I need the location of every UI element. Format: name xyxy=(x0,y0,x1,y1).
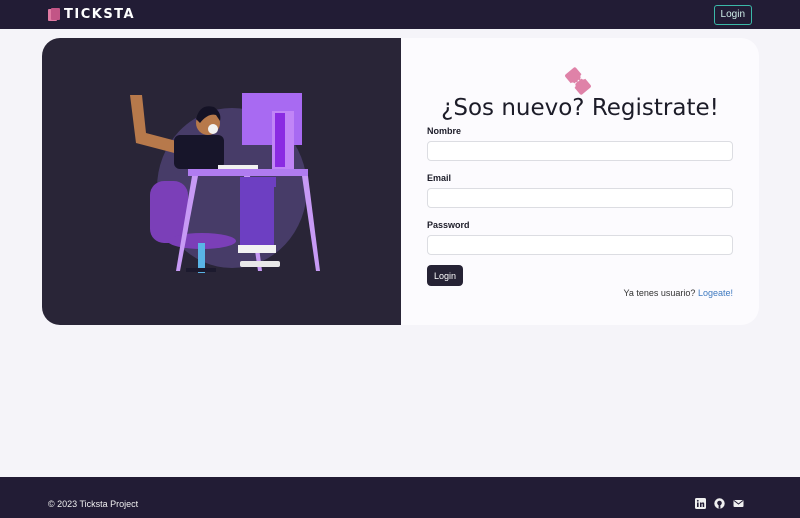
ticket-logo-icon xyxy=(48,7,60,21)
submit-button[interactable]: Login xyxy=(427,265,464,286)
footer: © 2023 Ticksta Project xyxy=(0,477,800,518)
mail-icon[interactable] xyxy=(733,498,744,509)
login-hint-text: Ya tenes usuario? xyxy=(623,288,696,298)
nav-login-button[interactable]: Login xyxy=(713,4,752,25)
form-title: ¿Sos nuevo? Registrate! xyxy=(441,95,719,121)
copyright-text: © 2023 Ticksta Project xyxy=(48,498,139,509)
navbar: TICKSTA Login xyxy=(0,0,800,29)
nombre-label: Nombre xyxy=(427,126,462,136)
github-icon[interactable] xyxy=(714,498,725,509)
person-at-computer-illustration xyxy=(130,93,320,273)
email-label: Email xyxy=(427,173,452,183)
linkedin-icon[interactable] xyxy=(695,498,706,509)
register-card: ¿Sos nuevo? Registrate! Nombre Email Pas… xyxy=(42,38,759,325)
login-hint: Ya tenes usuario? Logeate! xyxy=(624,288,733,298)
ticket-icon xyxy=(565,67,591,95)
social-links xyxy=(695,498,744,509)
login-link[interactable]: Logeate! xyxy=(698,288,733,298)
brand-name: TICKSTA xyxy=(64,7,136,22)
brand-link[interactable]: TICKSTA xyxy=(48,7,135,22)
register-form: ¿Sos nuevo? Registrate! Nombre Email Pas… xyxy=(401,38,759,325)
illustration-panel xyxy=(42,38,401,325)
password-label: Password xyxy=(427,220,470,230)
password-input[interactable] xyxy=(427,235,733,255)
nombre-input[interactable] xyxy=(427,141,733,161)
email-input[interactable] xyxy=(427,188,733,208)
